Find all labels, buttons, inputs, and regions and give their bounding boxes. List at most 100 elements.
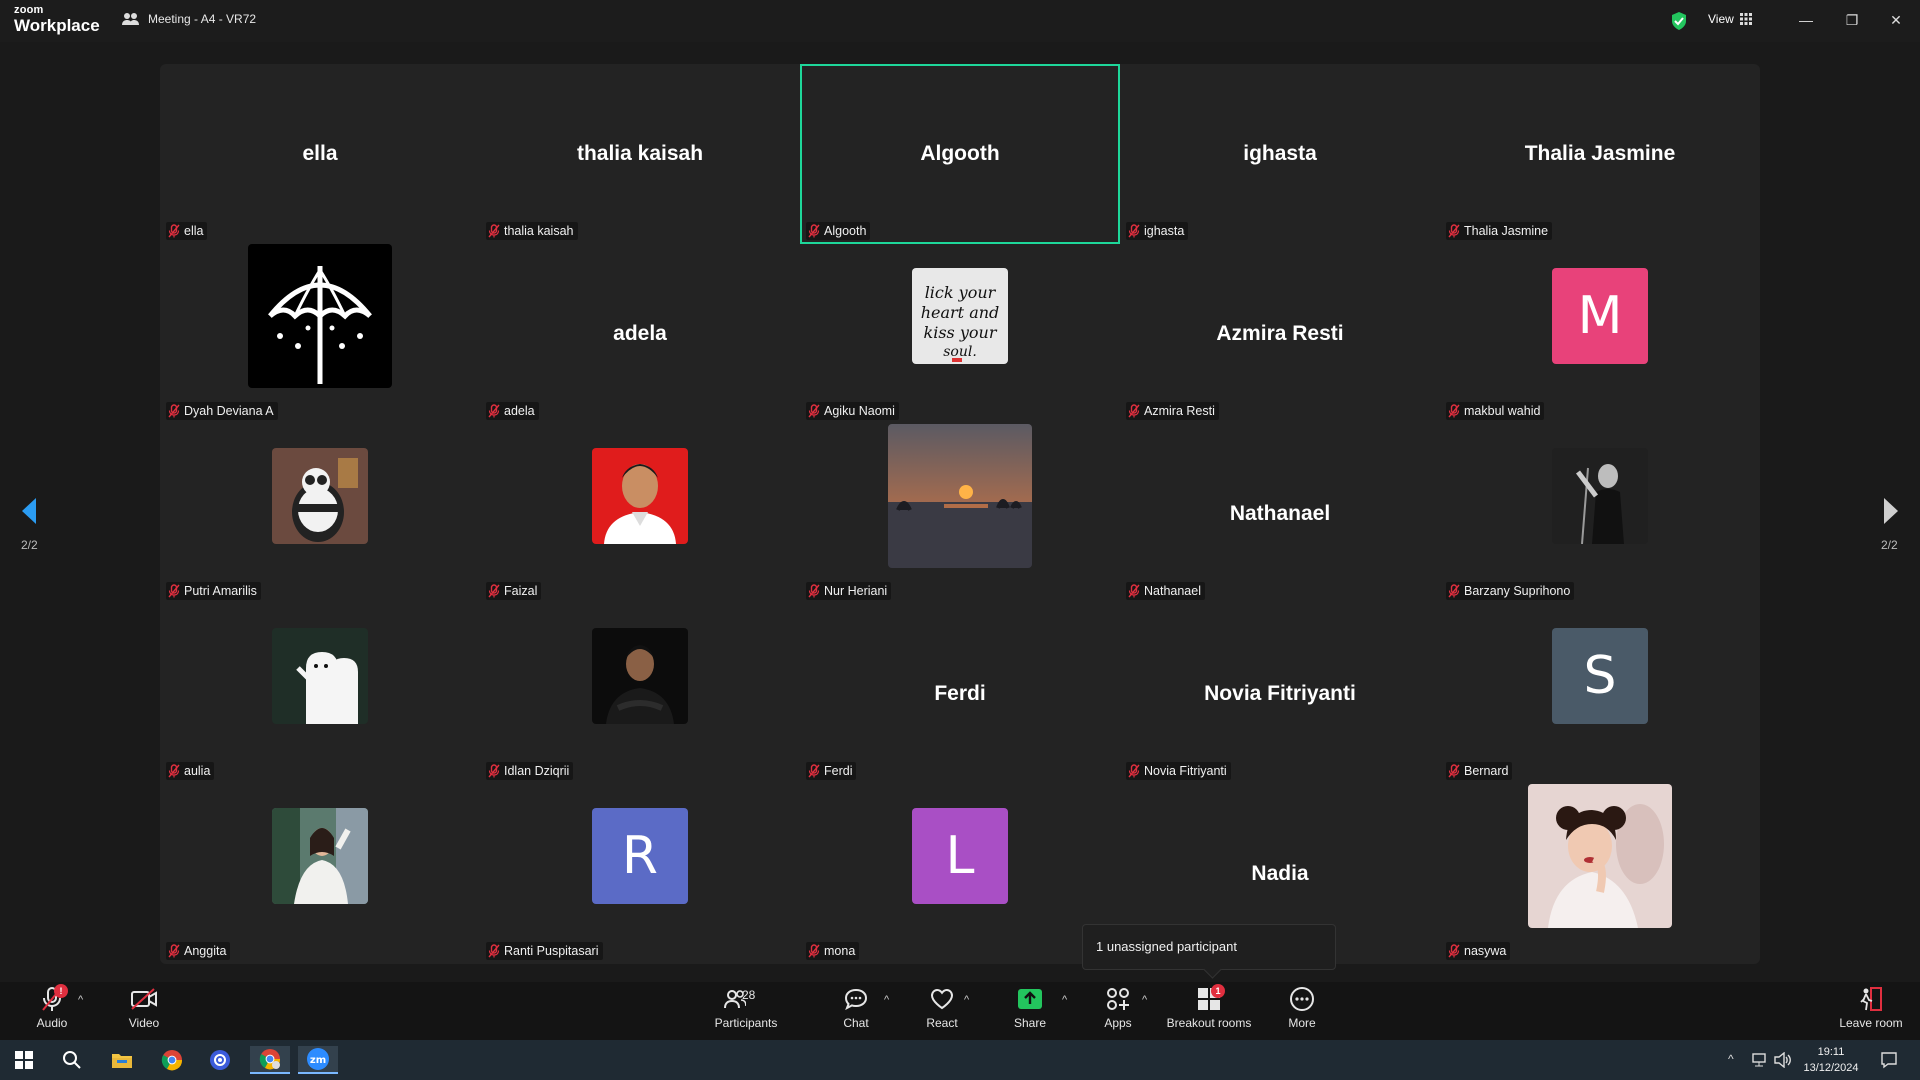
profile-photo	[888, 424, 1032, 568]
audio-label: Audio	[36, 1016, 68, 1030]
participant-tile[interactable]: Lmona	[800, 784, 1120, 964]
chat-button[interactable]: Chat	[838, 986, 874, 1038]
profile-photo	[592, 628, 688, 724]
encryption-shield-icon[interactable]	[1670, 11, 1688, 31]
audio-button[interactable]: ! Audio	[36, 984, 68, 1038]
letter-avatar: S	[1552, 628, 1648, 724]
participant-tile[interactable]: Mmakbul wahid	[1440, 244, 1760, 424]
muted-microphone-icon	[1448, 404, 1460, 418]
muted-microphone-icon	[1128, 224, 1140, 238]
profile-photo	[272, 808, 368, 904]
participant-tile[interactable]: Nathanael Nathanael	[1120, 424, 1440, 604]
participant-name-label: ighasta	[1126, 222, 1189, 240]
participant-tile[interactable]: Putri Amarilis	[160, 424, 480, 604]
participant-tile[interactable]: aulia	[160, 604, 480, 784]
participant-tile[interactable]: Algooth Algooth	[800, 64, 1120, 244]
participant-display-name: Algooth	[920, 142, 1000, 165]
minimize-icon[interactable]: —	[1796, 10, 1816, 30]
apps-options-chevron-icon[interactable]: ^	[1142, 994, 1154, 1006]
file-explorer-icon[interactable]	[102, 1046, 142, 1074]
meeting-title: Meeting - A4 - VR72	[148, 12, 257, 26]
apps-icon	[1107, 988, 1129, 1010]
breakout-tooltip: 1 unassigned participant	[1082, 924, 1336, 970]
more-label: More	[1288, 1016, 1316, 1030]
react-options-chevron-icon[interactable]: ^	[964, 994, 976, 1006]
participant-tile[interactable]: Idlan Dziqrii	[480, 604, 800, 784]
chat-options-chevron-icon[interactable]: ^	[884, 994, 896, 1006]
meeting-info[interactable]: Meeting - A4 - VR72	[122, 12, 256, 26]
participant-tile[interactable]: ighasta ighasta	[1120, 64, 1440, 244]
participant-tile[interactable]: Novia Fitriyanti Novia Fitriyanti	[1120, 604, 1440, 784]
participant-tile[interactable]: ella ella	[160, 64, 480, 244]
muted-microphone-icon	[1448, 764, 1460, 778]
participant-tile[interactable]: Ferdi Ferdi	[800, 604, 1120, 784]
share-button[interactable]: Share	[1014, 986, 1046, 1038]
view-button[interactable]: View	[1708, 12, 1752, 26]
participant-name: nasywa	[1464, 944, 1507, 958]
letter-avatar: M	[1552, 268, 1648, 364]
muted-microphone-icon	[808, 944, 820, 958]
chat-icon	[844, 988, 868, 1010]
chrome-icon[interactable]	[152, 1046, 192, 1074]
notifications-icon[interactable]	[1880, 1051, 1898, 1069]
share-options-chevron-icon[interactable]: ^	[1062, 994, 1074, 1006]
leave-room-button[interactable]: Leave room	[1836, 986, 1906, 1038]
network-icon[interactable]	[1752, 1052, 1770, 1068]
participants-label: Participants	[714, 1016, 778, 1030]
meeting-toolbar: ! Audio ^ Video 28 Participants Chat ^ R…	[0, 982, 1920, 1040]
react-button[interactable]: React	[922, 986, 962, 1038]
share-label: Share	[1013, 1016, 1047, 1030]
participant-tile[interactable]: thalia kaisah thalia kaisah	[480, 64, 800, 244]
participant-display-name: Azmira Resti	[1216, 322, 1344, 345]
participant-name-label: Dyah Deviana A	[166, 402, 278, 420]
participants-group-icon	[122, 13, 139, 25]
participant-tile[interactable]: nasywa	[1440, 784, 1760, 964]
participant-tile[interactable]: Nur Heriani	[800, 424, 1120, 604]
zoom-app-icon[interactable]: zm	[298, 1046, 338, 1074]
participant-tile[interactable]: Dyah Deviana A	[160, 244, 480, 424]
heart-icon	[930, 988, 954, 1010]
previous-page-arrow-icon[interactable]	[18, 496, 42, 526]
close-icon[interactable]: ✕	[1886, 10, 1906, 30]
breakout-rooms-label: Breakout rooms	[1166, 1016, 1252, 1030]
participants-button[interactable]: 28 Participants	[712, 986, 780, 1038]
profile-photo	[1552, 448, 1648, 544]
search-icon[interactable]	[52, 1046, 92, 1074]
participant-tile[interactable]: Anggita	[160, 784, 480, 964]
participant-tile[interactable]: Faizal	[480, 424, 800, 604]
participant-tile[interactable]: R Ranti Puspitasari	[480, 784, 800, 964]
participant-name: Thalia Jasmine	[1464, 224, 1549, 238]
audio-options-chevron-icon[interactable]: ^	[78, 994, 90, 1006]
participant-name-label: Bernard	[1446, 762, 1513, 780]
participant-display-name: Ferdi	[934, 682, 986, 705]
video-button[interactable]: Video	[126, 986, 162, 1038]
participant-tile[interactable]: Thalia Jasmine Thalia Jasmine	[1440, 64, 1760, 244]
next-page-arrow-icon[interactable]	[1878, 496, 1902, 526]
avatar-letter: L	[945, 826, 975, 886]
participant-tile[interactable]: lick your heart and kiss your soul. Agiku Na…	[800, 244, 1120, 424]
participant-tile[interactable]: Barzany Suprihono	[1440, 424, 1760, 604]
react-label: React	[926, 1016, 958, 1030]
participant-name-label: mona	[806, 942, 860, 960]
participant-tile[interactable]: adela adela	[480, 244, 800, 424]
participant-name-label: Ferdi	[806, 762, 857, 780]
profile-photo	[592, 448, 688, 544]
chrome-profile-icon[interactable]	[250, 1046, 290, 1074]
participant-name-label: Azmira Resti	[1126, 402, 1219, 420]
volume-icon[interactable]	[1774, 1052, 1792, 1068]
participant-tile[interactable]: S Bernard	[1440, 604, 1760, 784]
show-hidden-icons-chevron-icon[interactable]: ^	[1728, 1052, 1734, 1066]
avatar-letter: M	[1577, 286, 1623, 346]
clock-time: 19:11	[1817, 1046, 1845, 1058]
breakout-rooms-button[interactable]: 1 Breakout rooms	[1166, 984, 1252, 1038]
system-clock[interactable]: 19:11 13/12/2024	[1796, 1044, 1866, 1076]
profile-photo	[272, 448, 368, 544]
windows-start-icon[interactable]	[4, 1046, 44, 1074]
more-button[interactable]: More	[1284, 986, 1320, 1038]
audio-warning-badge: !	[54, 984, 68, 998]
apps-button[interactable]: Apps	[1102, 986, 1134, 1038]
participant-display-name: ella	[302, 142, 338, 165]
browser-icon[interactable]	[200, 1046, 240, 1074]
restore-icon[interactable]: ❐	[1842, 10, 1862, 30]
participant-tile[interactable]: Azmira Resti Azmira Resti	[1120, 244, 1440, 424]
